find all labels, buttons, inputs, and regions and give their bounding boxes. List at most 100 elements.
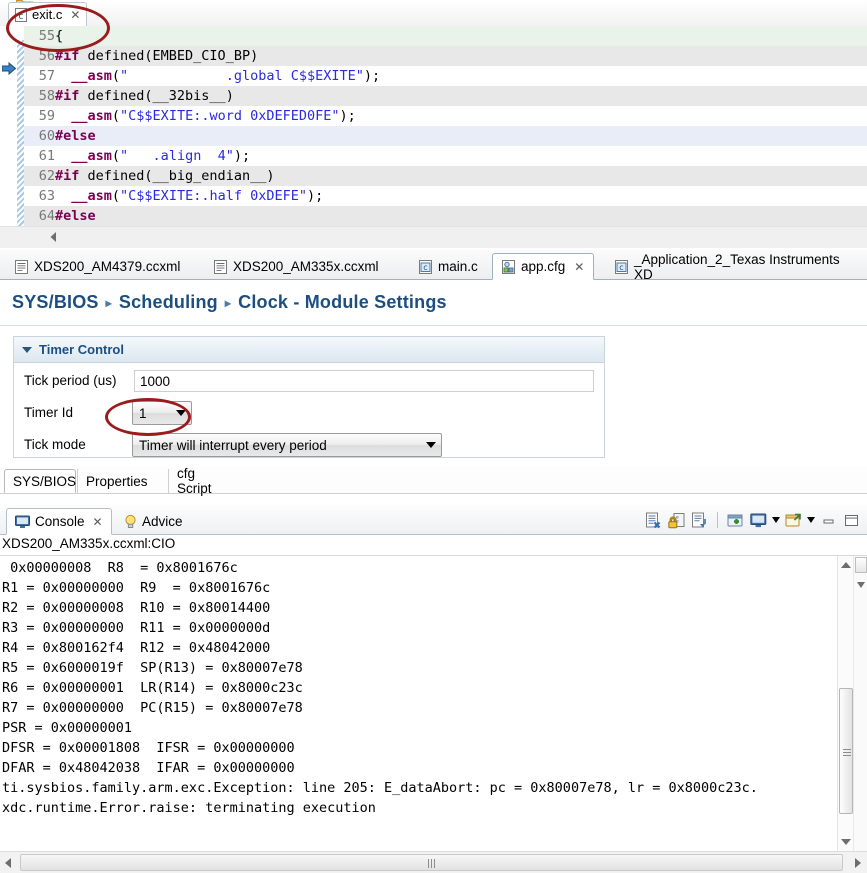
maximize-icon[interactable] <box>842 511 861 530</box>
breadcrumb: SYS/BIOS ▸ Scheduling ▸ Clock - Module S… <box>12 292 447 313</box>
scroll-left-icon[interactable] <box>48 231 60 243</box>
tab-console[interactable]: Console ✕ <box>6 508 112 535</box>
code-line[interactable]: 56#if defined(EMBED_CIO_BP) <box>24 46 867 66</box>
code-token: "C$$EXITE:.word 0xDEFED0FE" <box>120 108 340 124</box>
outer-vertical-scrollbar[interactable] <box>853 556 867 873</box>
scroll-right-icon[interactable] <box>855 857 861 868</box>
code-token: ( <box>111 68 121 84</box>
subtab-properties[interactable]: Properties <box>77 469 167 493</box>
pin-console-icon[interactable] <box>690 511 709 530</box>
tick-period-value: 1000 <box>140 373 171 389</box>
line-number: 64 <box>38 208 55 224</box>
close-icon[interactable]: ✕ <box>93 516 103 528</box>
code-token: #if <box>55 88 80 104</box>
config-editor-tabbar: XDS200_AM4379.ccxml XDS200_AM335x.ccxml c m… <box>0 250 867 282</box>
minimize-icon[interactable] <box>819 511 838 530</box>
tick-period-row: Tick period (us) <box>24 373 134 388</box>
console-view: Console ✕ Advice XDS200_AM335x.ccxml:CIO… <box>0 505 867 873</box>
editor-horizontal-scrollbar[interactable] <box>0 226 867 248</box>
triangle-down-icon[interactable] <box>22 346 32 353</box>
config-tab-main-c[interactable]: c main.c <box>410 253 487 280</box>
config-tab-label: app.cfg <box>521 259 566 274</box>
code-lines: 55{56#if defined(EMBED_CIO_BP) 57 __asm("… <box>24 26 867 226</box>
code-line[interactable]: 59 __asm("C$$EXITE:.word 0xDEFED0FE"); <box>24 106 867 126</box>
code-line[interactable]: 57 __asm(" .global C$$EXITE"); <box>24 66 867 86</box>
lock-icon[interactable] <box>667 511 686 530</box>
scroll-down-icon[interactable] <box>857 582 865 588</box>
svg-text:c: c <box>619 263 623 272</box>
code-token: ( <box>111 148 121 164</box>
subtab-label: SYS/BIOS <box>13 473 77 489</box>
chevron-down-icon[interactable] <box>807 517 815 523</box>
svg-text:c: c <box>423 263 427 272</box>
code-token: ); <box>363 68 381 84</box>
open-console-icon[interactable] <box>749 511 768 530</box>
console-output-area[interactable]: 0x00000008 R8 = 0x8001676c R1 = 0x000000… <box>0 555 867 873</box>
code-token: __asm <box>71 188 112 204</box>
tick-mode-value: Timer will interrupt every period <box>139 437 327 453</box>
code-token: #if <box>55 168 80 184</box>
code-token: __asm <box>71 108 112 124</box>
code-line[interactable]: 64#else <box>24 206 867 226</box>
console-horizontal-scrollbar[interactable] <box>0 851 867 873</box>
new-console-icon[interactable] <box>784 511 803 530</box>
clear-console-icon[interactable] <box>644 511 663 530</box>
code-pane[interactable]: 55{56#if defined(EMBED_CIO_BP) 57 __asm("… <box>0 26 867 226</box>
scrollbar-thumb[interactable] <box>839 688 853 814</box>
timer-control-section-header[interactable]: Timer Control <box>14 337 604 363</box>
c-file-icon: c <box>419 259 432 274</box>
tick-mode-row: Tick mode <box>24 437 134 452</box>
chevron-down-icon[interactable] <box>772 517 780 523</box>
code-token: ( <box>111 188 121 204</box>
scroll-up-icon[interactable] <box>841 562 851 568</box>
code-token: ); <box>339 108 356 124</box>
config-tab-xds200-am335x-ccxml[interactable]: XDS200_AM335x.ccxml <box>205 253 388 280</box>
config-editor-subtabbar: SYS/BIOS Properties cfg Script <box>0 466 867 496</box>
config-tab-xds200-am4379-ccxml[interactable]: XDS200_AM4379.ccxml <box>6 253 189 280</box>
timer-control-section: Timer Control Tick period (us) 1000 Time… <box>13 336 605 458</box>
code-line[interactable]: 61 __asm(" .align 4"); <box>24 146 867 166</box>
scroll-left-icon[interactable] <box>5 857 11 868</box>
console-toolbar <box>644 509 861 531</box>
scrollbar-thumb[interactable] <box>20 854 843 871</box>
code-token: ( <box>111 108 121 124</box>
code-line[interactable]: 62#if defined(__big_endian__) <box>24 166 867 186</box>
display-console-icon[interactable] <box>726 511 745 530</box>
tab-advice[interactable]: Advice <box>116 508 191 535</box>
code-line[interactable]: 63 __asm("C$$EXITE:.half 0xDEFE"); <box>24 186 867 206</box>
tick-mode-dropdown[interactable]: Timer will interrupt every period <box>132 433 442 457</box>
line-number: 61 <box>38 148 55 164</box>
breadcrumb-item-0[interactable]: SYS/BIOS <box>12 292 99 313</box>
subtab-sys-bios[interactable]: SYS/BIOS <box>4 469 76 493</box>
breadcrumb-item-1[interactable]: Scheduling <box>119 292 218 313</box>
code-token: defined(__big_endian__) <box>79 168 275 184</box>
scrollbar-thumb-top[interactable] <box>855 557 867 573</box>
console-vertical-scrollbar[interactable] <box>837 556 853 851</box>
code-token: #else <box>55 128 96 144</box>
line-number: 59 <box>38 108 55 124</box>
close-icon[interactable]: ✕ <box>574 261 584 273</box>
c-file-icon: c <box>615 259 628 274</box>
config-tab-label: _Application_2_Texas Instruments XD <box>634 251 840 282</box>
source-editor: c exit.c ✕ 55{56#if defined(EMBED_CIO_BP… <box>0 0 867 248</box>
scroll-down-icon[interactable] <box>841 839 851 845</box>
config-tab-label: main.c <box>438 259 478 274</box>
subtab-cfg-script[interactable]: cfg Script <box>168 466 240 496</box>
editor-marker-column[interactable] <box>0 26 17 226</box>
config-tab-app-cfg[interactable]: app.cfg ✕ <box>492 253 595 280</box>
tick-period-input[interactable]: 1000 <box>134 370 594 392</box>
line-number: 63 <box>38 188 55 204</box>
chevron-right-icon: ▸ <box>105 295 112 310</box>
code-line[interactable]: 58#if defined(__32bis__) <box>24 86 867 106</box>
config-tab--application-2-texas-instruments-xd[interactable]: c _Application_2_Texas Instruments XD <box>606 251 867 282</box>
code-token: " .global C$$EXITE" <box>120 68 364 84</box>
code-token: " .align 4" <box>120 148 234 164</box>
lightbulb-icon <box>125 514 136 529</box>
highlight-ellipse-exit-tab <box>6 4 110 52</box>
code-line[interactable]: 60#else <box>24 126 867 146</box>
tick-mode-label: Tick mode <box>24 437 86 452</box>
code-line[interactable]: 55{ <box>24 26 867 46</box>
